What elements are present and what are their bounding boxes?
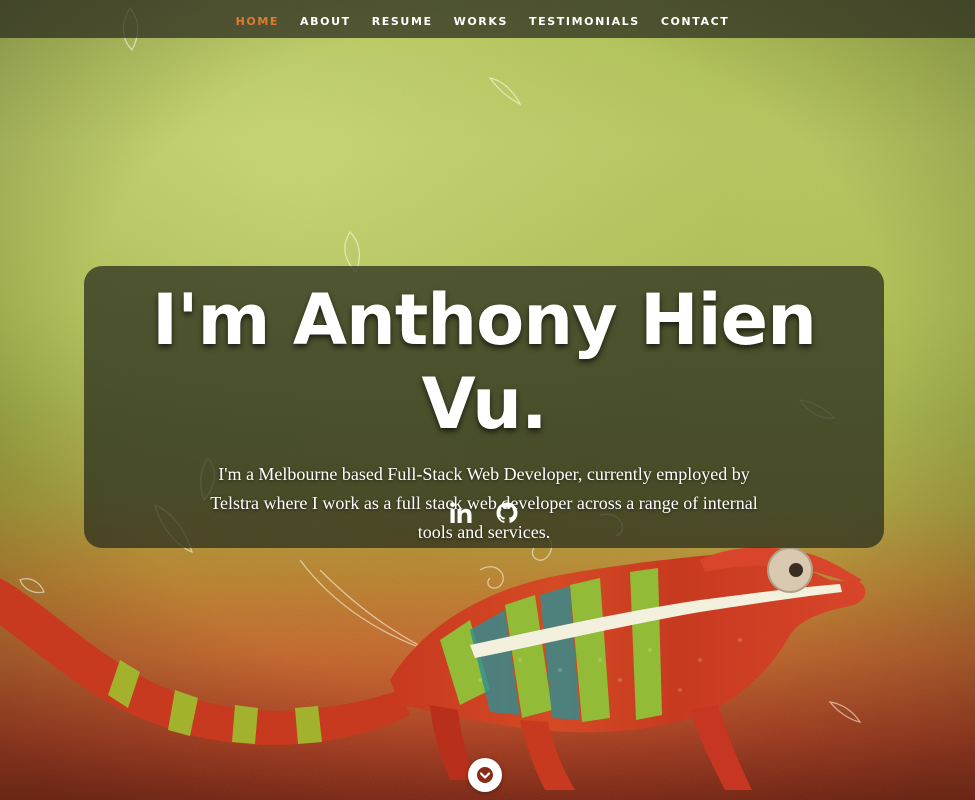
chevron-down-icon: [477, 767, 493, 783]
nav-item-contact: Contact: [661, 10, 730, 29]
hero-title: I'm Anthony Hien Vu.: [152, 279, 817, 445]
social-links: [84, 500, 884, 526]
nav-item-resume: Resume: [372, 10, 433, 29]
nav-item-about: About: [300, 10, 351, 29]
scroll-down-button[interactable]: [468, 758, 502, 792]
nav-link-contact[interactable]: Contact: [661, 15, 730, 28]
nav-list: Home About Resume Works Testimonials Con…: [236, 10, 730, 29]
github-icon[interactable]: [494, 500, 520, 526]
home-page: Home About Resume Works Testimonials Con…: [0, 0, 975, 800]
nav-link-testimonials[interactable]: Testimonials: [529, 15, 640, 28]
linkedin-icon[interactable]: [448, 500, 474, 526]
nav-item-home: Home: [236, 10, 279, 29]
nav-link-about[interactable]: About: [300, 15, 351, 28]
nav-link-works[interactable]: Works: [454, 15, 508, 28]
nav-link-home[interactable]: Home: [236, 15, 279, 28]
main-nav: Home About Resume Works Testimonials Con…: [0, 0, 975, 38]
hero-card: I'm Anthony Hien Vu. I'm a Melbourne bas…: [84, 266, 884, 548]
nav-item-works: Works: [454, 10, 508, 29]
nav-link-resume[interactable]: Resume: [372, 15, 433, 28]
nav-item-testimonials: Testimonials: [529, 10, 640, 29]
